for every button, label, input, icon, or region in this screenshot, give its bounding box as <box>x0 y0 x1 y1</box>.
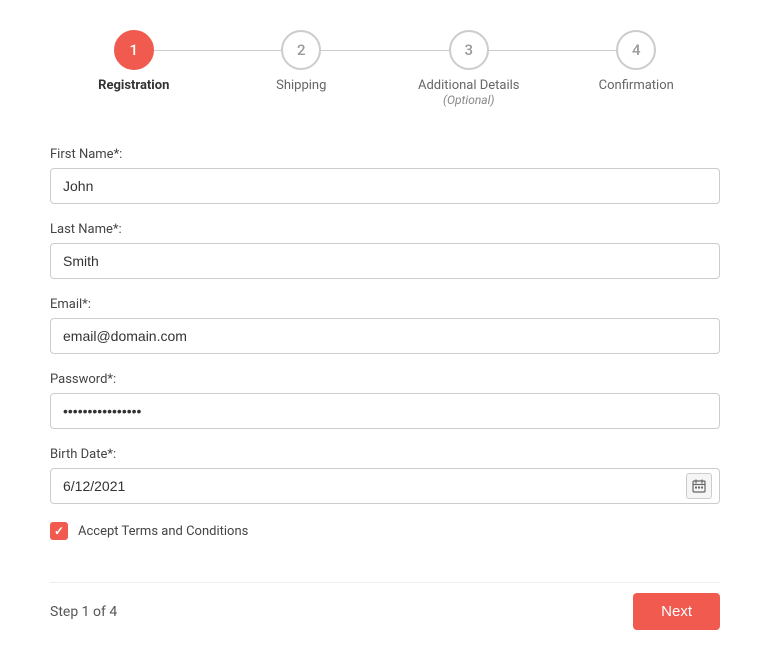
step-3: 3 Additional Details (Optional) <box>385 30 553 107</box>
date-wrapper <box>50 468 720 504</box>
step-circle-3[interactable]: 3 <box>449 30 489 70</box>
last-name-group: Last Name*: <box>50 222 720 279</box>
step-circle-1[interactable]: 1 <box>114 30 154 70</box>
first-name-input[interactable] <box>50 168 720 204</box>
step-circle-2[interactable]: 2 <box>281 30 321 70</box>
step-counter: Step 1 of 4 <box>50 604 117 620</box>
email-label: Email*: <box>50 297 720 312</box>
step-circle-4[interactable]: 4 <box>616 30 656 70</box>
terms-label: Accept Terms and Conditions <box>78 524 248 539</box>
birth-date-label: Birth Date*: <box>50 447 720 462</box>
next-button[interactable]: Next <box>633 593 720 630</box>
last-name-input[interactable] <box>50 243 720 279</box>
password-label: Password*: <box>50 372 720 387</box>
step-label-1: Registration <box>98 78 169 93</box>
step-2: 2 Shipping <box>218 30 386 93</box>
step-1: 1 Registration <box>50 30 218 93</box>
step-label-4: Confirmation <box>599 78 674 93</box>
birth-date-group: Birth Date*: <box>50 447 720 504</box>
terms-row: Accept Terms and Conditions <box>50 522 720 540</box>
password-group: Password*: <box>50 372 720 429</box>
birth-date-input[interactable] <box>50 468 720 504</box>
step-sublabel-3: (Optional) <box>443 93 494 107</box>
stepper: 1 Registration 2 Shipping 3 Additional D… <box>50 30 720 107</box>
step-4: 4 Confirmation <box>553 30 721 93</box>
first-name-group: First Name*: <box>50 147 720 204</box>
password-input[interactable] <box>50 393 720 429</box>
registration-form: First Name*: Last Name*: Email*: Passwor… <box>50 147 720 582</box>
step-label-2: Shipping <box>276 78 326 93</box>
last-name-label: Last Name*: <box>50 222 720 237</box>
calendar-icon[interactable] <box>686 473 712 499</box>
email-input[interactable] <box>50 318 720 354</box>
step-label-3: Additional Details <box>418 78 520 93</box>
terms-checkbox[interactable] <box>50 522 68 540</box>
page-container: 1 Registration 2 Shipping 3 Additional D… <box>0 0 770 650</box>
first-name-label: First Name*: <box>50 147 720 162</box>
form-footer: Step 1 of 4 Next <box>50 582 720 630</box>
email-group: Email*: <box>50 297 720 354</box>
